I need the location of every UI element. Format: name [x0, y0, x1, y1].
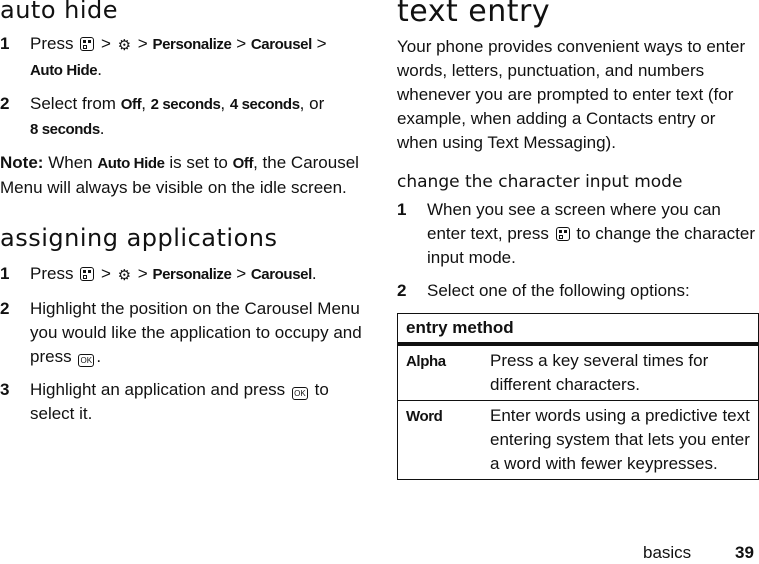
step-number: 2	[397, 281, 407, 300]
step-number: 1	[0, 34, 10, 53]
right-column: text entry Your phone provides convenien…	[397, 0, 759, 480]
entry-method-desc: Press a key several times for different …	[482, 343, 759, 401]
step-number: 1	[0, 264, 10, 283]
table-row: Alpha Press a key several times for diff…	[397, 343, 759, 401]
option-4-seconds: 4 seconds	[229, 96, 300, 113]
input-mode-step-1: 1 When you see a screen where you can en…	[397, 198, 759, 270]
entry-method-name: Alpha	[406, 353, 446, 370]
assigning-step-3: 3 Highlight an application and press OK …	[0, 378, 370, 426]
settings-icon: ⚙	[117, 267, 132, 284]
step-number: 1	[397, 200, 407, 219]
ok-key-icon: OK	[291, 387, 308, 400]
note-paragraph: Note: When Auto Hide is set to Off, the …	[0, 153, 359, 197]
step-number: 2	[0, 299, 10, 318]
menu-key-icon	[80, 267, 95, 281]
note-label: Note:	[0, 153, 44, 172]
menu-path-auto-hide: Auto Hide	[30, 62, 98, 79]
auto-hide-step-2: 2 Select from Off, 2 seconds, 4 seconds,…	[0, 92, 370, 142]
table-row: Word Enter words using a predictive text…	[397, 400, 759, 480]
step-number: 2	[0, 94, 10, 113]
entry-method-desc: Enter words using a predictive text ente…	[482, 400, 759, 480]
page-number: 39	[735, 543, 754, 562]
entry-method-table: entry method Alpha Press a key several t…	[397, 313, 759, 480]
input-mode-subheading: change the character input mode	[397, 172, 683, 192]
ok-key-icon: OK	[78, 354, 95, 367]
table-header: entry method	[397, 313, 759, 346]
menu-path-carousel: Carousel	[250, 36, 312, 53]
entry-method-name: Word	[406, 408, 443, 425]
assigning-step-1: 1 Press > ⚙ > Personalize > Carousel.	[0, 262, 370, 288]
assigning-applications-heading: assigning applications	[0, 224, 278, 252]
option-2-seconds: 2 seconds	[150, 96, 221, 113]
menu-key-icon	[555, 227, 570, 241]
input-mode-step-2: 2 Select one of the following options:	[397, 279, 759, 303]
auto-hide-step-1: 1 Press > ⚙ > Personalize > Carousel > A…	[0, 32, 370, 83]
assigning-step-2: 2 Highlight the position on the Carousel…	[0, 297, 370, 369]
footer-section-name: basics	[643, 543, 692, 562]
menu-path-personalize: Personalize	[152, 36, 232, 53]
option-8-seconds: 8 seconds	[30, 121, 100, 138]
left-column: auto hide 1 Press > ⚙ > Personalize > Ca…	[0, 0, 370, 426]
settings-icon: ⚙	[117, 37, 132, 54]
auto-hide-heading: auto hide	[0, 0, 119, 24]
intro-paragraph: Your phone provides convenient ways to e…	[397, 37, 746, 152]
menu-key-icon	[80, 37, 95, 51]
text-entry-heading: text entry	[397, 0, 551, 29]
option-off: Off	[120, 96, 142, 113]
step-number: 3	[0, 380, 10, 399]
